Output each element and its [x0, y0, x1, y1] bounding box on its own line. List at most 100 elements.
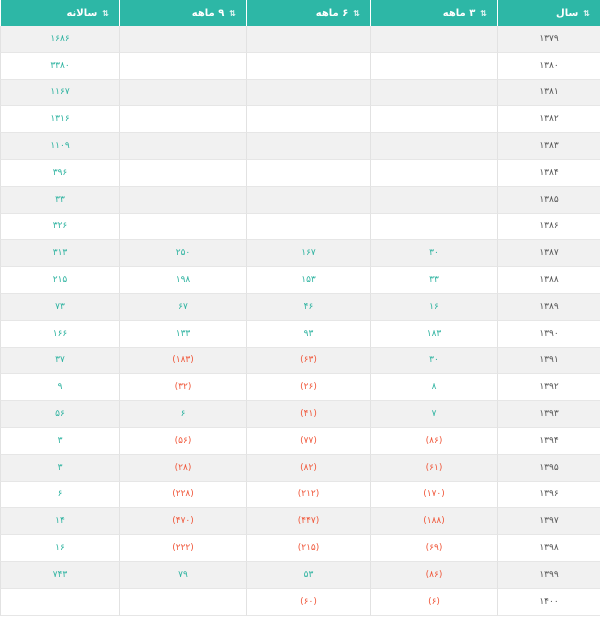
cell-3-month — [370, 159, 497, 187]
table-row: ۱۴۰۰ (۶) (۶۰) — [0, 588, 600, 616]
cell-9-month — [119, 159, 246, 187]
cell-annual: ۱۴ — [0, 508, 119, 536]
sort-arrows-icon: ⇅ — [583, 8, 590, 18]
cell-9-month: ۶ — [119, 401, 246, 428]
cell-3-month — [370, 79, 497, 107]
table-header: سال ⇅ ۳ ماهه ⇅ ۶ ماهه ⇅ ۹ ماهه ⇅ سالانه … — [0, 0, 600, 26]
cell-6-month: (۲۱۵) — [246, 535, 370, 562]
cell-6-month: (۲۱۲) — [246, 481, 370, 509]
cell-9-month: (۲۲۲) — [119, 535, 246, 562]
cell-6-month — [246, 79, 370, 107]
cell-annual: ۳ — [0, 427, 119, 455]
cell-6-month: ۴۶ — [246, 293, 370, 321]
table-row: ۱۳۹۶ (۱۷۰) (۲۱۲) (۲۲۸) ۶ — [0, 481, 600, 509]
cell-3-month: ۸ — [370, 374, 497, 402]
cell-year: ۱۴۰۰ — [497, 588, 600, 616]
cell-annual: ۹ — [0, 374, 119, 402]
cell-6-month: (۸۲) — [246, 454, 370, 482]
cell-3-month: ۳۳ — [370, 267, 497, 294]
sort-arrows-icon: ⇅ — [102, 8, 109, 18]
cell-annual: ۵۶ — [0, 401, 119, 428]
cell-9-month: ۱۳۳ — [119, 320, 246, 348]
cell-year: ۱۳۹۶ — [497, 481, 600, 509]
cell-year: ۱۳۸۳ — [497, 133, 600, 160]
cell-9-month: ۱۹۸ — [119, 267, 246, 294]
cell-year: ۱۳۸۲ — [497, 106, 600, 134]
cell-6-month: (۶۳) — [246, 347, 370, 375]
cell-annual: ۱۱۰۹ — [0, 133, 119, 160]
cell-9-month: (۵۶) — [119, 427, 246, 455]
cell-9-month — [119, 52, 246, 80]
cell-year: ۱۳۹۴ — [497, 427, 600, 455]
cell-annual: ۳۳۸۰ — [0, 52, 119, 80]
cell-year: ۱۳۹۳ — [497, 401, 600, 428]
header-annual[interactable]: سالانه ⇅ — [0, 0, 119, 26]
table-row: ۱۳۸۶ ۳۲۶ — [0, 213, 600, 241]
cell-year: ۱۳۸۴ — [497, 159, 600, 187]
cell-6-month: (۷۷) — [246, 427, 370, 455]
cell-year: ۱۳۸۵ — [497, 186, 600, 214]
cell-annual: ۳۱۳ — [0, 240, 119, 268]
sort-arrows-icon: ⇅ — [353, 8, 360, 18]
cell-3-month: (۶۹) — [370, 535, 497, 562]
cell-9-month: (۳۲) — [119, 374, 246, 402]
cell-3-month: ۱۶ — [370, 293, 497, 321]
cell-9-month: (۴۷۰) — [119, 508, 246, 536]
cell-6-month: (۴۴۷) — [246, 508, 370, 536]
cell-6-month — [246, 186, 370, 214]
cell-annual — [0, 588, 119, 616]
cell-year: ۱۳۹۰ — [497, 320, 600, 348]
cell-6-month: (۲۶) — [246, 374, 370, 402]
table-row: ۱۳۸۳ ۱۱۰۹ — [0, 133, 600, 160]
cell-annual: ۳۷ — [0, 347, 119, 375]
header-year[interactable]: سال ⇅ — [497, 0, 600, 26]
cell-3-month: ۷ — [370, 401, 497, 428]
cell-9-month: (۱۸۳) — [119, 347, 246, 375]
table-row: ۱۳۸۵ ۳۳ — [0, 186, 600, 214]
cell-annual: ۳۹۶ — [0, 159, 119, 187]
cell-annual: ۱۶ — [0, 535, 119, 562]
table-row: ۱۳۸۹ ۱۶ ۴۶ ۶۷ ۷۳ — [0, 293, 600, 321]
cell-annual: ۲۱۵ — [0, 267, 119, 294]
cell-year: ۱۳۸۶ — [497, 213, 600, 241]
cell-6-month — [246, 106, 370, 134]
table-row: ۱۳۹۸ (۶۹) (۲۱۵) (۲۲۲) ۱۶ — [0, 535, 600, 562]
cell-3-month — [370, 186, 497, 214]
cell-9-month — [119, 133, 246, 160]
cell-6-month: ۵۳ — [246, 561, 370, 589]
header-6-month[interactable]: ۶ ماهه ⇅ — [246, 0, 370, 26]
header-6-month-label: ۶ ماهه — [315, 7, 349, 19]
cell-3-month — [370, 26, 497, 53]
table-row: ۱۳۹۳ ۷ (۴۱) ۶ ۵۶ — [0, 401, 600, 428]
cell-3-month: (۱۸۸) — [370, 508, 497, 536]
header-annual-label: سالانه — [66, 7, 98, 19]
cell-year: ۱۳۹۹ — [497, 561, 600, 589]
cell-6-month — [246, 52, 370, 80]
cell-year: ۱۳۹۷ — [497, 508, 600, 536]
cell-year: ۱۳۹۸ — [497, 535, 600, 562]
cell-annual: ۳۳ — [0, 186, 119, 214]
cell-year: ۱۳۸۸ — [497, 267, 600, 294]
cell-3-month — [370, 133, 497, 160]
header-3-month[interactable]: ۳ ماهه ⇅ — [370, 0, 497, 26]
cell-year: ۱۳۸۰ — [497, 52, 600, 80]
table-row: ۱۳۹۱ ۳۰ (۶۳) (۱۸۳) ۳۷ — [0, 347, 600, 375]
table-row: ۱۳۷۹ ۱۶۸۶ — [0, 26, 600, 53]
cell-9-month — [119, 186, 246, 214]
cell-annual: ۱۶۸۶ — [0, 26, 119, 53]
cell-3-month: (۱۷۰) — [370, 481, 497, 509]
header-9-month[interactable]: ۹ ماهه ⇅ — [119, 0, 246, 26]
table-row: ۱۳۸۰ ۳۳۸۰ — [0, 52, 600, 80]
cell-9-month: ۶۷ — [119, 293, 246, 321]
cell-6-month: ۱۶۷ — [246, 240, 370, 268]
sort-arrows-icon: ⇅ — [229, 8, 236, 18]
cell-6-month — [246, 213, 370, 241]
table-row: ۱۳۹۲ ۸ (۲۶) (۳۲) ۹ — [0, 374, 600, 402]
cell-annual: ۱۱۶۷ — [0, 79, 119, 107]
cell-9-month: ۲۵۰ — [119, 240, 246, 268]
cell-annual: ۷۴۳ — [0, 561, 119, 589]
cell-annual: ۷۳ — [0, 293, 119, 321]
cell-annual: ۳ — [0, 454, 119, 482]
cell-year: ۱۳۸۷ — [497, 240, 600, 268]
cell-3-month: (۶) — [370, 588, 497, 616]
